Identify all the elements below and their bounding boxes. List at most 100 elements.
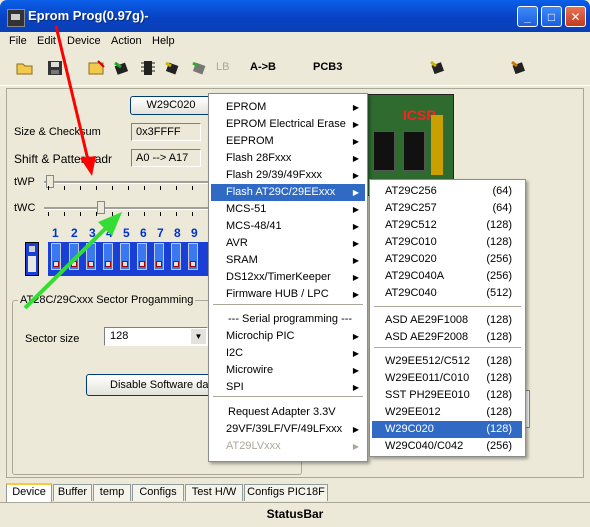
submenu-item[interactable]: AT29C512 (128) [372,217,522,234]
device-menu-item[interactable]: Flash 29/39/49Fxxx ▶ [211,167,365,184]
submenu-arrow-icon: ▶ [352,154,359,163]
submenu-item-size: (128) [486,389,512,401]
device-menu-item[interactable]: I2C ▶ [211,345,365,362]
menu-separator [374,306,521,307]
submenu-item[interactable]: ASD AE29F2008 (128) [372,329,522,346]
device-menu-item[interactable]: Request Adapter 3.3V [211,404,365,421]
tab-test-hw[interactable]: Test H/W [185,484,243,501]
submenu-arrow-icon: ▶ [352,366,359,375]
device-menu-item[interactable]: 29VF/39LF/VF/49LFxxx ▶ [211,421,365,438]
submenu-item[interactable]: W29C020 (128) [372,421,522,438]
device-menu-item-label: AT29LVxxx [226,440,281,452]
device-menu-item[interactable]: Firmware HUB / LPC ▶ [211,286,365,303]
submenu-item-name: ASD AE29F2008 [385,331,469,343]
submenu-item-name: W29EE512/C512 [385,355,470,367]
submenu-item-size: (128) [486,423,512,435]
tab-device[interactable]: Device [6,483,52,502]
submenu-item[interactable]: AT29C040A (256) [372,268,522,285]
menu-separator [213,396,363,397]
submenu-item-name: W29EE012 [385,406,441,418]
submenu-item-size: (128) [486,372,512,384]
submenu-arrow-icon: ▶ [352,103,359,112]
device-menu-item-label: AVR [226,237,248,249]
tab-buffer[interactable]: Buffer [53,484,92,501]
device-menu-item[interactable]: AVR ▶ [211,235,365,252]
submenu-item-name: SST PH29EE010 [385,389,470,401]
device-menu-item-label: Firmware HUB / LPC [226,288,329,300]
device-menu-item[interactable]: Flash 28Fxxx ▶ [211,150,365,167]
device-menu-item-label: MCS-48/41 [226,220,282,232]
device-menu-item-label: Flash 29/39/49Fxxx [226,169,322,181]
submenu-item[interactable]: AT29C020 (256) [372,251,522,268]
device-menu-item-label: --- Serial programming --- [228,313,353,325]
submenu-arrow-icon: ▶ [352,273,359,282]
device-menu-item-label: Microwire [226,364,274,376]
submenu-item-name: W29C020 [385,423,434,435]
tab-temp[interactable]: temp [93,484,131,501]
submenu-arrow-icon: ▶ [352,205,359,214]
submenu-item-name: AT29C512 [385,219,437,231]
device-menu-item-label: Request Adapter 3.3V [228,406,336,418]
device-menu-item-label: SPI [226,381,244,393]
device-menu-item[interactable]: MCS-51 ▶ [211,201,365,218]
submenu-item-size: (128) [486,331,512,343]
submenu-item-name: ASD AE29F1008 [385,314,469,326]
submenu-arrow-icon: ▶ [352,332,359,341]
device-menu-item[interactable]: SPI ▶ [211,379,365,396]
device-menu-item-label: 29VF/39LF/VF/49LFxxx [226,423,343,435]
submenu-item-size: (128) [486,314,512,326]
device-menu-item-label: EPROM [226,101,267,113]
device-menu-item[interactable]: --- Serial programming --- [211,311,365,328]
submenu-arrow-icon: ▶ [352,256,359,265]
submenu-item-name: W29EE011/C010 [385,372,470,384]
device-menu-item-label: EPROM Electrical Erase [226,118,346,130]
submenu-item[interactable]: W29EE512/C512 (128) [372,353,522,370]
device-menu-item: AT29LVxxx ▶ [211,438,365,455]
submenu-item[interactable]: W29EE012 (128) [372,404,522,421]
submenu-arrow-icon: ▶ [352,290,359,299]
device-menu-item[interactable]: DS12xx/TimerKeeper ▶ [211,269,365,286]
device-menu-item-label: Microchip PIC [226,330,295,342]
submenu-item-size: (128) [486,355,512,367]
tab-configs[interactable]: Configs [132,484,184,501]
submenu-item[interactable]: ASD AE29F1008 (128) [372,312,522,329]
submenu-item[interactable]: AT29C256 (64) [372,183,522,200]
submenu-item-name: W29C040/C042 [385,440,464,452]
submenu-arrow-icon: ▶ [352,349,359,358]
device-menu-item[interactable]: Flash AT29C/29EExxx ▶ [211,184,365,201]
submenu-item-size: (64) [492,185,512,197]
device-menu-item[interactable]: Microwire ▶ [211,362,365,379]
menu-separator [213,304,363,305]
device-menu-item[interactable]: EPROM Electrical Erase ▶ [211,116,365,133]
submenu-item[interactable]: SST PH29EE010 (128) [372,387,522,404]
submenu-item[interactable]: AT29C010 (128) [372,234,522,251]
submenu-item-size: (256) [486,253,512,265]
device-menu-item[interactable]: EPROM ▶ [211,99,365,116]
status-bar: StatusBar [0,502,590,527]
submenu-item-size: (512) [486,287,512,299]
submenu-item[interactable]: AT29C257 (64) [372,200,522,217]
tab-configs-pic18f[interactable]: Configs PIC18F [244,484,328,501]
menu-separator [374,347,521,348]
submenu-arrow-icon: ▶ [352,137,359,146]
device-menu-item[interactable]: MCS-48/41 ▶ [211,218,365,235]
device-menu-item-label: EEPROM [226,135,274,147]
device-menu-item-label: I2C [226,347,244,359]
submenu-item[interactable]: AT29C040 (512) [372,285,522,302]
device-menu-item-label: Flash AT29C/29EExxx [226,186,336,198]
submenu-item-name: AT29C040A [385,270,445,282]
submenu-item-size: (128) [486,219,512,231]
device-menu-item[interactable]: Microchip PIC ▶ [211,328,365,345]
device-menu-item-label: MCS-51 [226,203,267,215]
submenu-item-name: AT29C010 [385,236,437,248]
submenu-item-size: (64) [492,202,512,214]
submenu-item-size: (128) [486,236,512,248]
submenu-item[interactable]: W29C040/C042 (256) [372,438,522,455]
submenu-arrow-icon: ▶ [352,442,359,451]
submenu-item[interactable]: W29EE011/C010 (128) [372,370,522,387]
device-menu-item[interactable]: SRAM ▶ [211,252,365,269]
submenu-item-name: AT29C040 [385,287,437,299]
submenu-arrow-icon: ▶ [352,120,359,129]
submenu-item-name: AT29C256 [385,185,437,197]
device-menu-item[interactable]: EEPROM ▶ [211,133,365,150]
